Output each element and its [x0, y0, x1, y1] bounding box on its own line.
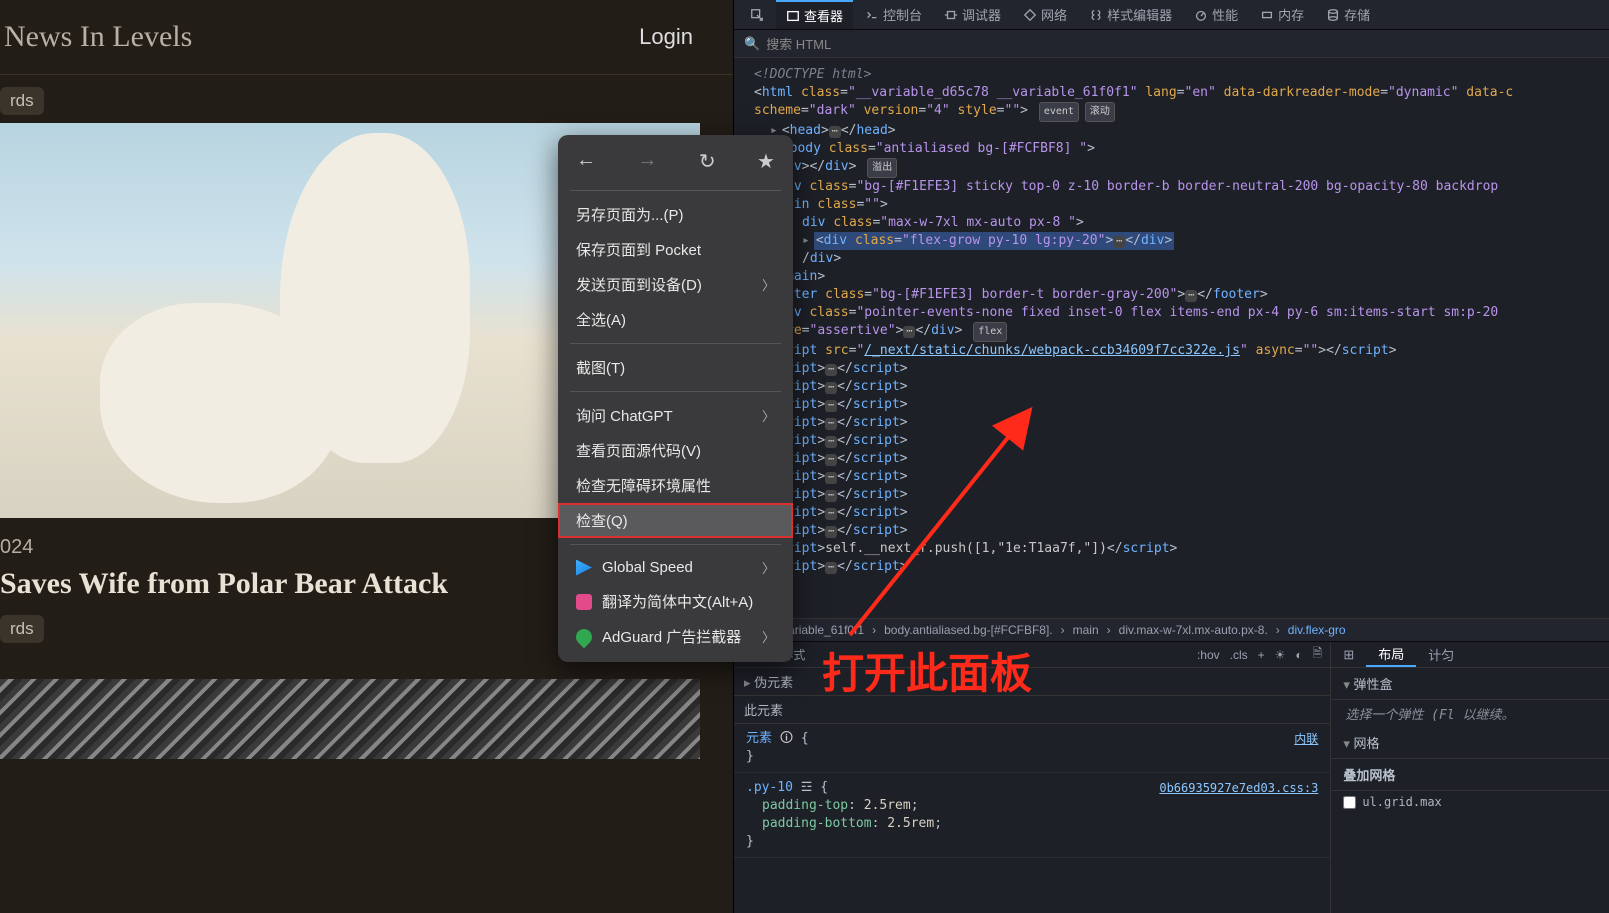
shield-icon — [573, 625, 596, 648]
tab-computed[interactable]: 计匀 — [1416, 642, 1466, 667]
context-menu: ← → ↻ ★ 另存页面为...(P) 保存页面到 Pocket 发送页面到设备… — [558, 135, 793, 662]
devtools-toolbar: 查看器 控制台 调试器 网络 样式编辑器 性能 内存 存储 — [734, 0, 1609, 30]
chevron-right-icon: 〉 — [762, 275, 775, 294]
grid-section[interactable]: 网格 — [1331, 727, 1609, 759]
site-title: News In Levels — [0, 20, 192, 54]
flexbox-help: 选择一个弹性 (Fl 以继续。 — [1331, 700, 1609, 727]
chevron-right-icon: 〉 — [762, 627, 775, 646]
search-placeholder: 搜索 HTML — [766, 34, 831, 53]
menu-ask-chatgpt[interactable]: 询问 ChatGPT〉 — [558, 398, 793, 433]
play-icon — [576, 560, 592, 576]
menu-global-speed[interactable]: Global Speed〉 — [558, 551, 793, 584]
forward-icon[interactable]: → — [637, 149, 657, 174]
grid-overlay-item[interactable]: ul.grid.max — [1331, 791, 1609, 813]
menu-inspect[interactable]: 检查(Q) — [558, 503, 793, 538]
dom-tree[interactable]: <!DOCTYPE html> <html class="__variable_… — [734, 58, 1609, 618]
devtools-search[interactable]: 🔍 搜索 HTML — [734, 30, 1609, 58]
layout-panel: ⊞ 布局 计匀 弹性盒 选择一个弹性 (Fl 以继续。 网格 叠加网格 ul.g… — [1331, 642, 1609, 913]
light-icon[interactable]: ☀ — [1275, 648, 1286, 662]
tag-chip-2[interactable]: rds — [0, 615, 44, 643]
grid-checkbox[interactable] — [1343, 796, 1356, 809]
menu-translate[interactable]: 翻译为简体中文(Alt+A) — [558, 584, 793, 619]
layout-icon-tab[interactable]: ⊞ — [1331, 642, 1366, 667]
contrast-icon[interactable]: ◐ — [1295, 648, 1302, 662]
tag-chip[interactable]: rds — [0, 87, 44, 115]
chevron-right-icon: 〉 — [762, 558, 775, 577]
menu-adguard[interactable]: AdGuard 广告拦截器〉 — [558, 619, 793, 654]
bookmark-icon[interactable]: ★ — [757, 149, 775, 174]
article-image-2[interactable] — [0, 679, 700, 759]
menu-send-device[interactable]: 发送页面到设备(D)〉 — [558, 267, 793, 302]
cls-toggle[interactable]: .cls — [1230, 648, 1248, 662]
tab-style-editor[interactable]: 样式编辑器 — [1079, 0, 1182, 29]
translate-icon — [576, 594, 592, 610]
login-link[interactable]: Login — [639, 24, 693, 50]
devtools-panel: 查看器 控制台 调试器 网络 样式编辑器 性能 内存 存储 🔍 搜索 HTML … — [733, 0, 1609, 913]
reload-icon[interactable]: ↻ — [699, 149, 716, 174]
dom-breadcrumb[interactable]: c78.__variable_61f0f1› body.antialiased.… — [734, 618, 1609, 642]
menu-save-pocket[interactable]: 保存页面到 Pocket — [558, 232, 793, 267]
tab-inspector[interactable]: 查看器 — [776, 0, 853, 29]
hov-toggle[interactable]: :hov — [1197, 648, 1220, 662]
inline-style-block[interactable]: 内联 元素 🛈 {} — [734, 724, 1330, 773]
tab-console[interactable]: 控制台 — [855, 0, 932, 29]
menu-a11y[interactable]: 检查无障碍环境属性 — [558, 468, 793, 503]
back-icon[interactable]: ← — [576, 149, 596, 174]
site-header: News In Levels Login — [0, 0, 733, 75]
flexbox-section[interactable]: 弹性盒 — [1331, 668, 1609, 700]
menu-save-as[interactable]: 另存页面为...(P) — [558, 197, 793, 232]
menu-view-source[interactable]: 查看页面源代码(V) — [558, 433, 793, 468]
dom-selected-node[interactable]: <div class="flex-grow py-10 lg:py-20">⋯<… — [814, 232, 1174, 250]
py10-style-block[interactable]: 0b66935927e7ed03.css:3 .py-10 ☲ { paddin… — [734, 773, 1330, 858]
tab-memory[interactable]: 内存 — [1250, 0, 1314, 29]
tab-network[interactable]: 网络 — [1013, 0, 1077, 29]
chevron-right-icon: 〉 — [762, 406, 775, 425]
overlay-grid-label: 叠加网格 — [1331, 759, 1609, 791]
tab-debugger[interactable]: 调试器 — [934, 0, 1011, 29]
dom-doctype: <!DOCTYPE html> — [754, 67, 871, 82]
add-rule-button[interactable]: + — [1258, 648, 1265, 662]
menu-screenshot[interactable]: 截图(T) — [558, 350, 793, 385]
tool-pick-element[interactable] — [740, 0, 774, 29]
tab-storage[interactable]: 存储 — [1316, 0, 1380, 29]
search-icon: 🔍 — [744, 36, 760, 52]
menu-select-all[interactable]: 全选(A) — [558, 302, 793, 337]
annotation-text: 打开此面板 — [822, 640, 1032, 701]
context-menu-nav: ← → ↻ ★ — [558, 143, 793, 184]
tab-performance[interactable]: 性能 — [1184, 0, 1248, 29]
tab-layout[interactable]: 布局 — [1366, 642, 1416, 667]
print-icon[interactable]: 🗎 — [1313, 644, 1323, 665]
